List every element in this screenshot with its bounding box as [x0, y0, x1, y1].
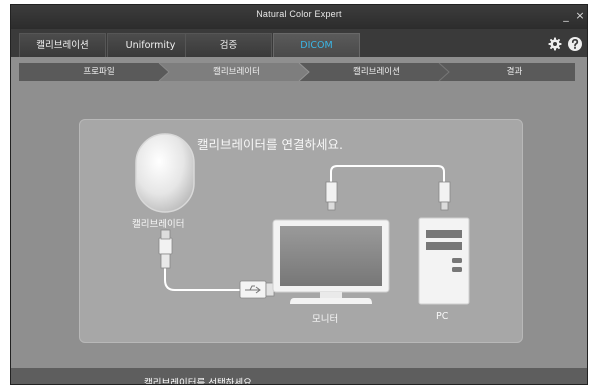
- connection-diagram: [135, 133, 470, 305]
- tab-dicom[interactable]: DICOM: [273, 33, 360, 57]
- main-content: 프로파일 캘리브레이터 캘리브레이션 결과 캘리브레이터를 연결하세요. 캘리브…: [11, 57, 587, 385]
- tab-bar: 캘리브레이션 Uniformity 검증 DICOM: [11, 33, 587, 57]
- monitor-label: 모니터: [312, 314, 339, 325]
- connect-instruction: 캘리브레이터를 연결하세요.: [197, 137, 343, 152]
- connection-diagram-panel: 캘리브레이터를 연결하세요. 캘리브레이터 모니터 PC: [79, 119, 523, 343]
- help-icon[interactable]: [567, 36, 583, 52]
- tab-uniformity[interactable]: Uniformity: [107, 33, 194, 57]
- tab-verification[interactable]: 검증: [185, 33, 272, 57]
- calibrator-usb-cable: [158, 229, 240, 291]
- usb-plug-icon: [239, 280, 275, 299]
- minimize-button[interactable]: _: [559, 9, 573, 23]
- step-result: 결과: [506, 67, 523, 77]
- app-window: Natural Color Expert _ × 캘리브레이션 Uniformi…: [10, 4, 588, 385]
- monitor-pc-cable: [325, 165, 451, 211]
- status-footer: 캘리브레이터를 선택하세요.: [11, 368, 587, 385]
- pc-tower-icon: [418, 217, 470, 305]
- step-calibration: 캘리브레이션: [353, 67, 400, 77]
- calibrator-label: 캘리브레이터: [132, 219, 185, 230]
- monitor-icon: [272, 219, 390, 304]
- calibrator-icon: [135, 133, 195, 213]
- tab-calibration[interactable]: 캘리브레이션: [19, 33, 106, 57]
- step-progress-bar: 프로파일 캘리브레이터 캘리브레이션 결과: [19, 63, 575, 81]
- select-calibrator-message: 캘리브레이터를 선택하세요.: [144, 378, 255, 385]
- app-title: Natural Color Expert: [256, 9, 342, 19]
- pc-label: PC: [436, 311, 449, 322]
- close-button[interactable]: ×: [573, 9, 587, 23]
- step-profile: 프로파일: [83, 67, 115, 77]
- step-calibrator: 캘리브레이터: [213, 67, 260, 77]
- title-bar: Natural Color Expert _ ×: [11, 5, 587, 29]
- gear-icon[interactable]: [547, 36, 563, 52]
